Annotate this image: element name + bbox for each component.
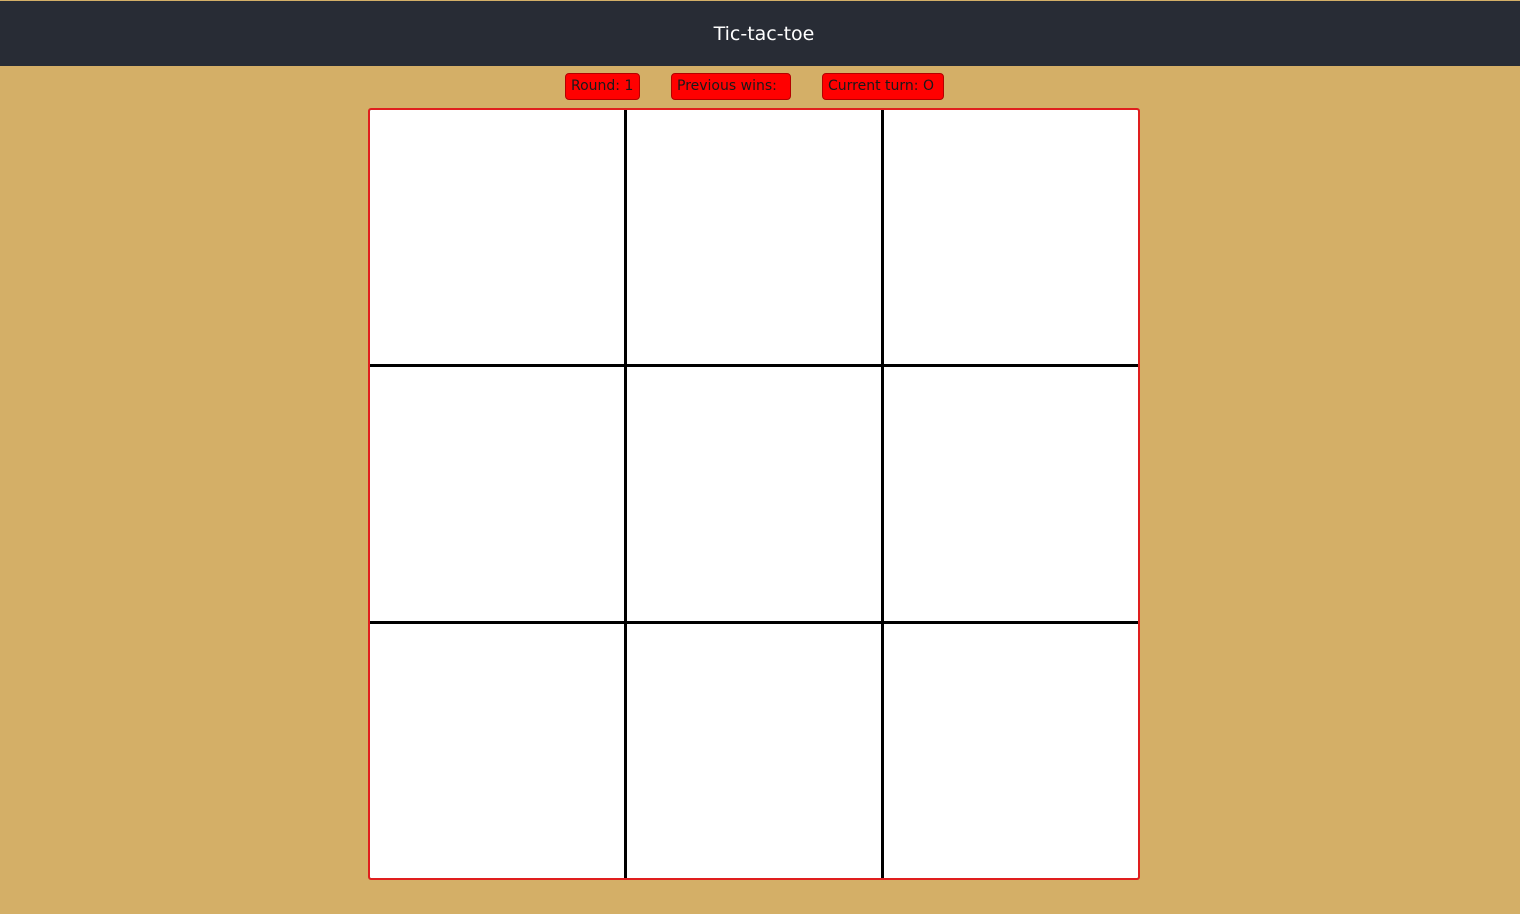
board-cell-2-3[interactable]	[884, 367, 1138, 621]
board-cell-3-1[interactable]	[370, 624, 624, 878]
board-cell-1-2[interactable]	[627, 110, 881, 364]
previous-wins-badge: Previous wins:	[671, 73, 791, 100]
board-cell-1-3[interactable]	[884, 110, 1138, 364]
board-cell-3-2[interactable]	[627, 624, 881, 878]
board-cell-1-1[interactable]	[370, 110, 624, 364]
board-cell-2-1[interactable]	[370, 367, 624, 621]
page-title: Tic-tac-toe	[713, 22, 815, 45]
app-header: Tic-tac-toe	[0, 1, 1520, 66]
board-cell-3-3[interactable]	[884, 624, 1138, 878]
round-badge: Round: 1	[565, 73, 640, 100]
current-turn-badge: Current turn: O	[822, 73, 944, 100]
board-cell-2-2[interactable]	[627, 367, 881, 621]
game-board	[368, 108, 1140, 880]
